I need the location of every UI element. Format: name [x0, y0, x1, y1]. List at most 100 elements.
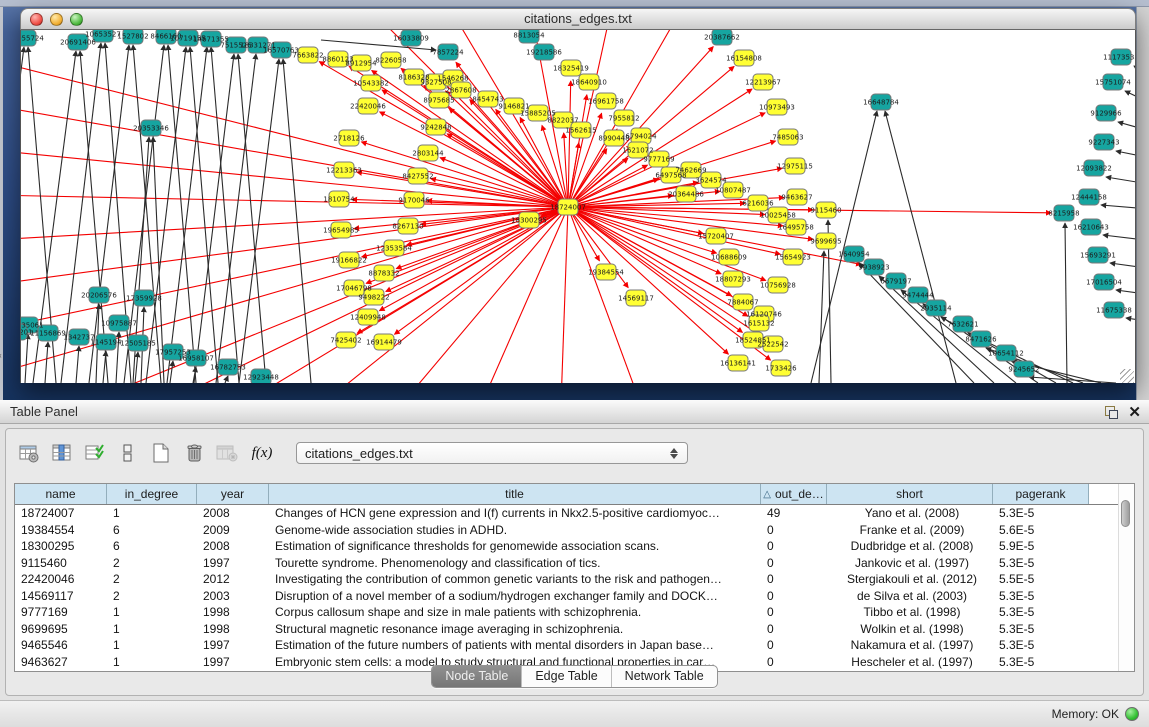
graph-node-label: 9463627 [781, 194, 812, 202]
graph-node-label: 15654923 [775, 254, 811, 262]
left-panel-edge: ‹ [0, 7, 3, 400]
close-window-icon[interactable] [30, 13, 43, 26]
right-panel-edge [1136, 7, 1149, 400]
graph-node-label: 9242848 [420, 124, 451, 132]
graph-node-label: 15751074 [1095, 79, 1131, 87]
table-panel-header: Table Panel ✕ [0, 400, 1149, 424]
scrollbar-thumb[interactable] [1121, 500, 1130, 527]
graph-node-label: 18724007 [550, 204, 586, 212]
column-header-in_degree[interactable]: in_degree [107, 484, 197, 504]
citation-edge-black [879, 276, 994, 383]
graph-node-label: 12213967 [745, 79, 781, 87]
table-cell: 5.3E-5 [993, 621, 1089, 638]
table-cell: 2012 [197, 571, 269, 588]
table-row[interactable]: 911546021997Tourette syndrome. Phenomeno… [15, 555, 1134, 572]
column-header-out_de[interactable]: △out_de… [761, 484, 827, 504]
citation-edge-black [216, 54, 256, 383]
table-cell: 2 [107, 571, 197, 588]
column-header-name[interactable]: name [15, 484, 107, 504]
citation-network-graph[interactable]: 1872400724055724206914061065352715278028… [21, 30, 1135, 383]
float-panel-icon[interactable] [1105, 406, 1118, 419]
rows-icon[interactable] [115, 440, 141, 466]
table-cell: Stergiakouli et al. (2012) [827, 571, 993, 588]
window-titlebar[interactable]: citations_edges.txt [20, 8, 1136, 30]
table-cell: 1997 [197, 555, 269, 572]
delete-table-icon[interactable] [214, 440, 240, 466]
column-header-short[interactable]: short [827, 484, 993, 504]
graph-node-label: 16210643 [1073, 224, 1109, 232]
close-panel-icon[interactable]: ✕ [1128, 405, 1141, 420]
sort-ascending-icon: △ [763, 489, 771, 500]
table-cell: 2 [107, 588, 197, 605]
table-cell: 22420046 [15, 571, 107, 588]
citation-edge-black [1126, 318, 1135, 323]
citation-edge-black [1116, 151, 1135, 160]
column-visibility-icon[interactable] [49, 440, 75, 466]
column-header-year[interactable]: year [197, 484, 269, 504]
table-cell: Corpus callosum shape and size in male p… [269, 604, 761, 621]
table-row[interactable]: 969969511998Structural magnetic resonanc… [15, 621, 1134, 638]
new-column-icon[interactable] [148, 440, 174, 466]
table-row[interactable]: 1456911722003Disruption of a novel membe… [15, 588, 1134, 605]
table-row[interactable]: 946554611997Estimation of the future num… [15, 637, 1134, 654]
tab-node-table[interactable]: Node Table [432, 666, 521, 687]
table-row[interactable]: 977716911998Corpus callosum shape and si… [15, 604, 1134, 621]
graph-node-label: 19654985 [323, 227, 359, 235]
table-cell: 6 [107, 522, 197, 539]
graph-node-label: 8226058 [375, 57, 406, 65]
table-settings-icon[interactable] [16, 440, 42, 466]
table-cell: Tibbo et al. (1998) [827, 604, 993, 621]
function-builder-icon[interactable]: f(x) [247, 440, 277, 466]
table-row[interactable]: 1872400712008Changes of HCN gene express… [15, 505, 1134, 522]
graph-node-label: 11156869 [30, 330, 66, 338]
row-check-icon[interactable] [82, 440, 108, 466]
table-scrollbar[interactable] [1118, 484, 1134, 671]
graph-node-label: 12923448 [243, 374, 279, 382]
network-canvas[interactable]: 1872400724055724206914061065352715278028… [20, 30, 1136, 383]
window-resize-grip[interactable] [1120, 369, 1134, 383]
column-header-pagerank[interactable]: pagerank [993, 484, 1089, 504]
table-row[interactable]: 1830029562008Estimation of significance … [15, 538, 1134, 555]
graph-node-label: 10975887 [101, 320, 137, 328]
graph-node-label: 16782753 [210, 364, 246, 372]
graph-node-label: 1733426 [765, 365, 797, 373]
tab-edge-table[interactable]: Edge Table [521, 666, 610, 687]
citation-edge-black [45, 342, 48, 383]
table-row[interactable]: 1938455462009Genome-wide association stu… [15, 522, 1134, 539]
minimize-window-icon[interactable] [50, 13, 63, 26]
citation-edge-black [1103, 235, 1135, 242]
citation-edge-black [1101, 205, 1135, 210]
graph-node-label: 3624574 [695, 177, 727, 185]
table-cell: 1 [107, 505, 197, 522]
citation-edge-black [103, 351, 106, 383]
delete-column-icon[interactable] [181, 440, 207, 466]
table-cell: Dudbridge et al. (2008) [827, 538, 993, 555]
table-row[interactable]: 2242004622012Investigating the contribut… [15, 571, 1134, 588]
panel-collapse-icon[interactable]: ‹ [0, 351, 2, 360]
graph-node-label: 7663822 [292, 52, 323, 60]
tab-network-table[interactable]: Network Table [611, 666, 717, 687]
dropdown-stepper-icon [665, 448, 687, 459]
zoom-window-icon[interactable] [70, 13, 83, 26]
table-cell: Jankovic et al. (1997) [827, 555, 993, 572]
graph-node-label: 16961758 [588, 98, 624, 106]
table-cell: Genome-wide association studies in ADHD. [269, 522, 761, 539]
graph-node-label: 9245652 [1008, 366, 1039, 374]
graph-node-label: 19166822 [331, 257, 367, 265]
graph-node-label: 20206576 [81, 292, 117, 300]
table-cell: Disruption of a novel member of a sodium… [269, 588, 761, 605]
table-selector-dropdown[interactable]: citations_edges.txt [296, 442, 688, 464]
table-cell: 0 [761, 555, 827, 572]
graph-node-label: 6216036 [742, 200, 774, 208]
column-header-title[interactable]: title [269, 484, 761, 504]
app-top-edge [0, 0, 1149, 7]
graph-node-label: 7485063 [772, 134, 803, 142]
citation-edge-black [167, 47, 207, 383]
citation-edge-black [76, 346, 79, 383]
graph-node-label: 12409948 [350, 314, 386, 322]
table-cell: 0 [761, 571, 827, 588]
memory-indicator-icon[interactable] [1125, 707, 1139, 721]
table-cell: 5.3E-5 [993, 505, 1089, 522]
citation-edge-black [146, 47, 186, 383]
table-cell: 9115460 [15, 555, 107, 572]
